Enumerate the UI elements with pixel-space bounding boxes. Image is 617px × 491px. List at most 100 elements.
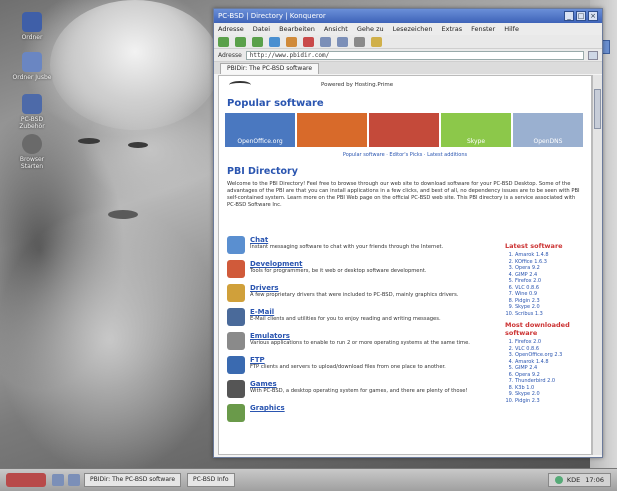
category-item[interactable]: FTP FTP clients and servers to upload/dow… [227, 356, 499, 374]
games-icon [227, 380, 245, 398]
wallpaper-eye [78, 138, 100, 144]
folder-icon [22, 52, 42, 72]
ftp-icon [227, 356, 245, 374]
desktop-icon-label: Browser Starten [19, 156, 45, 170]
category-item[interactable]: Graphics [227, 404, 499, 422]
url-input[interactable]: http://www.pbidir.com/ [245, 50, 584, 60]
banner-skype[interactable]: Skype [441, 113, 511, 147]
category-item[interactable]: Games With PC-BSD, a desktop operating sy… [227, 380, 499, 398]
scrollbar-thumb[interactable] [594, 89, 601, 129]
banner-opendns[interactable]: OpenDNS [513, 113, 583, 147]
desktop-icon[interactable]: PC-BSD Zubehör [8, 94, 56, 130]
software-banner: OpenOffice.org Skype OpenDNS [225, 113, 585, 147]
category-desc: With PC-BSD, a desktop operating system … [250, 388, 468, 394]
category-item[interactable]: Chat Instant messaging software to chat w… [227, 236, 499, 254]
list-item[interactable]: Scribus 1.3 [515, 311, 585, 318]
browser-window: PC-BSD | Directory | Konqueror _ □ × Adr… [213, 8, 603, 458]
minimize-button[interactable]: _ [564, 11, 574, 21]
drivers-icon [227, 284, 245, 302]
tray-status-icon [554, 476, 563, 484]
tray-text: KDE [566, 476, 581, 484]
menu-item[interactable]: Lesezeichen [393, 25, 433, 33]
go-button[interactable] [588, 50, 598, 60]
menu-item[interactable]: Gehe zu [357, 25, 384, 33]
system-tray[interactable]: KDE 17:06 [547, 473, 611, 487]
menu-item[interactable]: Fenster [471, 25, 495, 33]
sidebar: Latest software Amarok 1.4.8 KOffice 1.6… [505, 242, 585, 404]
home-icon[interactable] [286, 36, 297, 47]
tab-pbidir[interactable]: PBIDir: The PC-BSD software [220, 63, 320, 74]
quicklaunch-icon[interactable] [52, 474, 64, 486]
search-icon[interactable] [371, 36, 382, 47]
category-item[interactable]: Drivers A few proprietary drivers that we… [227, 284, 499, 302]
address-label: Adresse [218, 51, 242, 59]
banner-openoffice[interactable]: OpenOffice.org [225, 113, 295, 147]
taskbar-task[interactable]: PBIDir: The PC-BSD software [84, 473, 182, 487]
zoom-out-icon[interactable] [337, 36, 348, 47]
computer-icon [22, 94, 42, 114]
quicklaunch-icon[interactable] [68, 474, 80, 486]
menu-item[interactable]: Extras [442, 25, 463, 33]
category-item[interactable]: Development Tools for programmers, be it … [227, 260, 499, 278]
emulators-icon [227, 332, 245, 350]
web-page: Powered by Hosting.Prime Popular softwar… [218, 75, 592, 455]
desktop-icon[interactable]: Browser Starten [8, 134, 56, 170]
category-name[interactable]: Development [250, 260, 499, 268]
category-desc: Instant messaging software to chat with … [250, 244, 444, 250]
page-header: Powered by Hosting.Prime [219, 76, 591, 94]
chat-icon [227, 236, 245, 254]
desktop-icon[interactable]: Ordner Jusbe [8, 52, 56, 81]
window-title: PC-BSD | Directory | Konqueror [218, 12, 326, 20]
menu-item[interactable]: Bearbeiten [279, 25, 315, 33]
reload-icon[interactable] [269, 36, 280, 47]
category-list: Chat Instant messaging software to chat w… [227, 236, 499, 428]
category-item[interactable]: Emulators Various applications to enable … [227, 332, 499, 350]
menu-item[interactable]: Ansicht [324, 25, 348, 33]
email-icon [227, 308, 245, 326]
category-name[interactable]: Graphics [250, 404, 499, 412]
category-name[interactable]: FTP [250, 356, 499, 364]
category-desc: E-Mail clients and utilities for you to … [250, 316, 441, 322]
wallpaper-hair [50, 0, 220, 130]
directory-title: PBI Directory [227, 166, 298, 177]
most-downloaded-list: Firefox 2.0 VLC 0.8.6 OpenOffice.org 2.3… [505, 339, 585, 404]
print-icon[interactable] [354, 36, 365, 47]
tab-bar: PBIDir: The PC-BSD software [214, 62, 602, 74]
up-icon[interactable] [252, 36, 263, 47]
start-menu-button[interactable] [6, 473, 46, 487]
toolbar [214, 35, 602, 49]
wallpaper-eye [128, 142, 148, 148]
forward-icon[interactable] [235, 36, 246, 47]
category-name[interactable]: Games [250, 380, 499, 388]
banner-opera[interactable] [369, 113, 439, 147]
taskbar-task[interactable]: PC-BSD Info [187, 473, 235, 487]
banner-firefox[interactable] [297, 113, 367, 147]
category-desc: FTP clients and servers to upload/downlo… [250, 364, 446, 370]
close-button[interactable]: × [588, 11, 598, 21]
vertical-scrollbar[interactable] [592, 75, 602, 455]
category-name[interactable]: E-Mail [250, 308, 499, 316]
category-name[interactable]: Chat [250, 236, 499, 244]
maximize-button[interactable]: □ [576, 11, 586, 21]
window-titlebar[interactable]: PC-BSD | Directory | Konqueror _ □ × [214, 9, 602, 23]
category-item[interactable]: E-Mail E-Mail clients and utilities for y… [227, 308, 499, 326]
menu-item[interactable]: Datei [253, 25, 270, 33]
intro-text: Welcome to the PBI Directory! Feel free … [227, 181, 580, 208]
folder-icon [22, 12, 42, 32]
stop-icon[interactable] [303, 36, 314, 47]
menu-item[interactable]: Hilfe [504, 25, 519, 33]
desktop-icon-label: PC-BSD Zubehör [19, 116, 45, 130]
page-tagline: Powered by Hosting.Prime [321, 82, 394, 88]
graphics-icon [227, 404, 245, 422]
category-name[interactable]: Drivers [250, 284, 499, 292]
category-name[interactable]: Emulators [250, 332, 499, 340]
address-bar: Adresse http://www.pbidir.com/ [214, 49, 602, 62]
menu-item[interactable]: Adresse [218, 25, 244, 33]
list-item[interactable]: Pidgin 2.3 [515, 398, 585, 405]
zoom-in-icon[interactable] [320, 36, 331, 47]
menubar: Adresse Datei Bearbeiten Ansicht Gehe zu… [214, 23, 602, 35]
desktop-icon[interactable]: Ordner [8, 12, 56, 41]
category-desc: A few proprietary drivers that were incl… [250, 292, 459, 298]
pbidir-logo[interactable] [229, 81, 251, 89]
back-icon[interactable] [218, 36, 229, 47]
